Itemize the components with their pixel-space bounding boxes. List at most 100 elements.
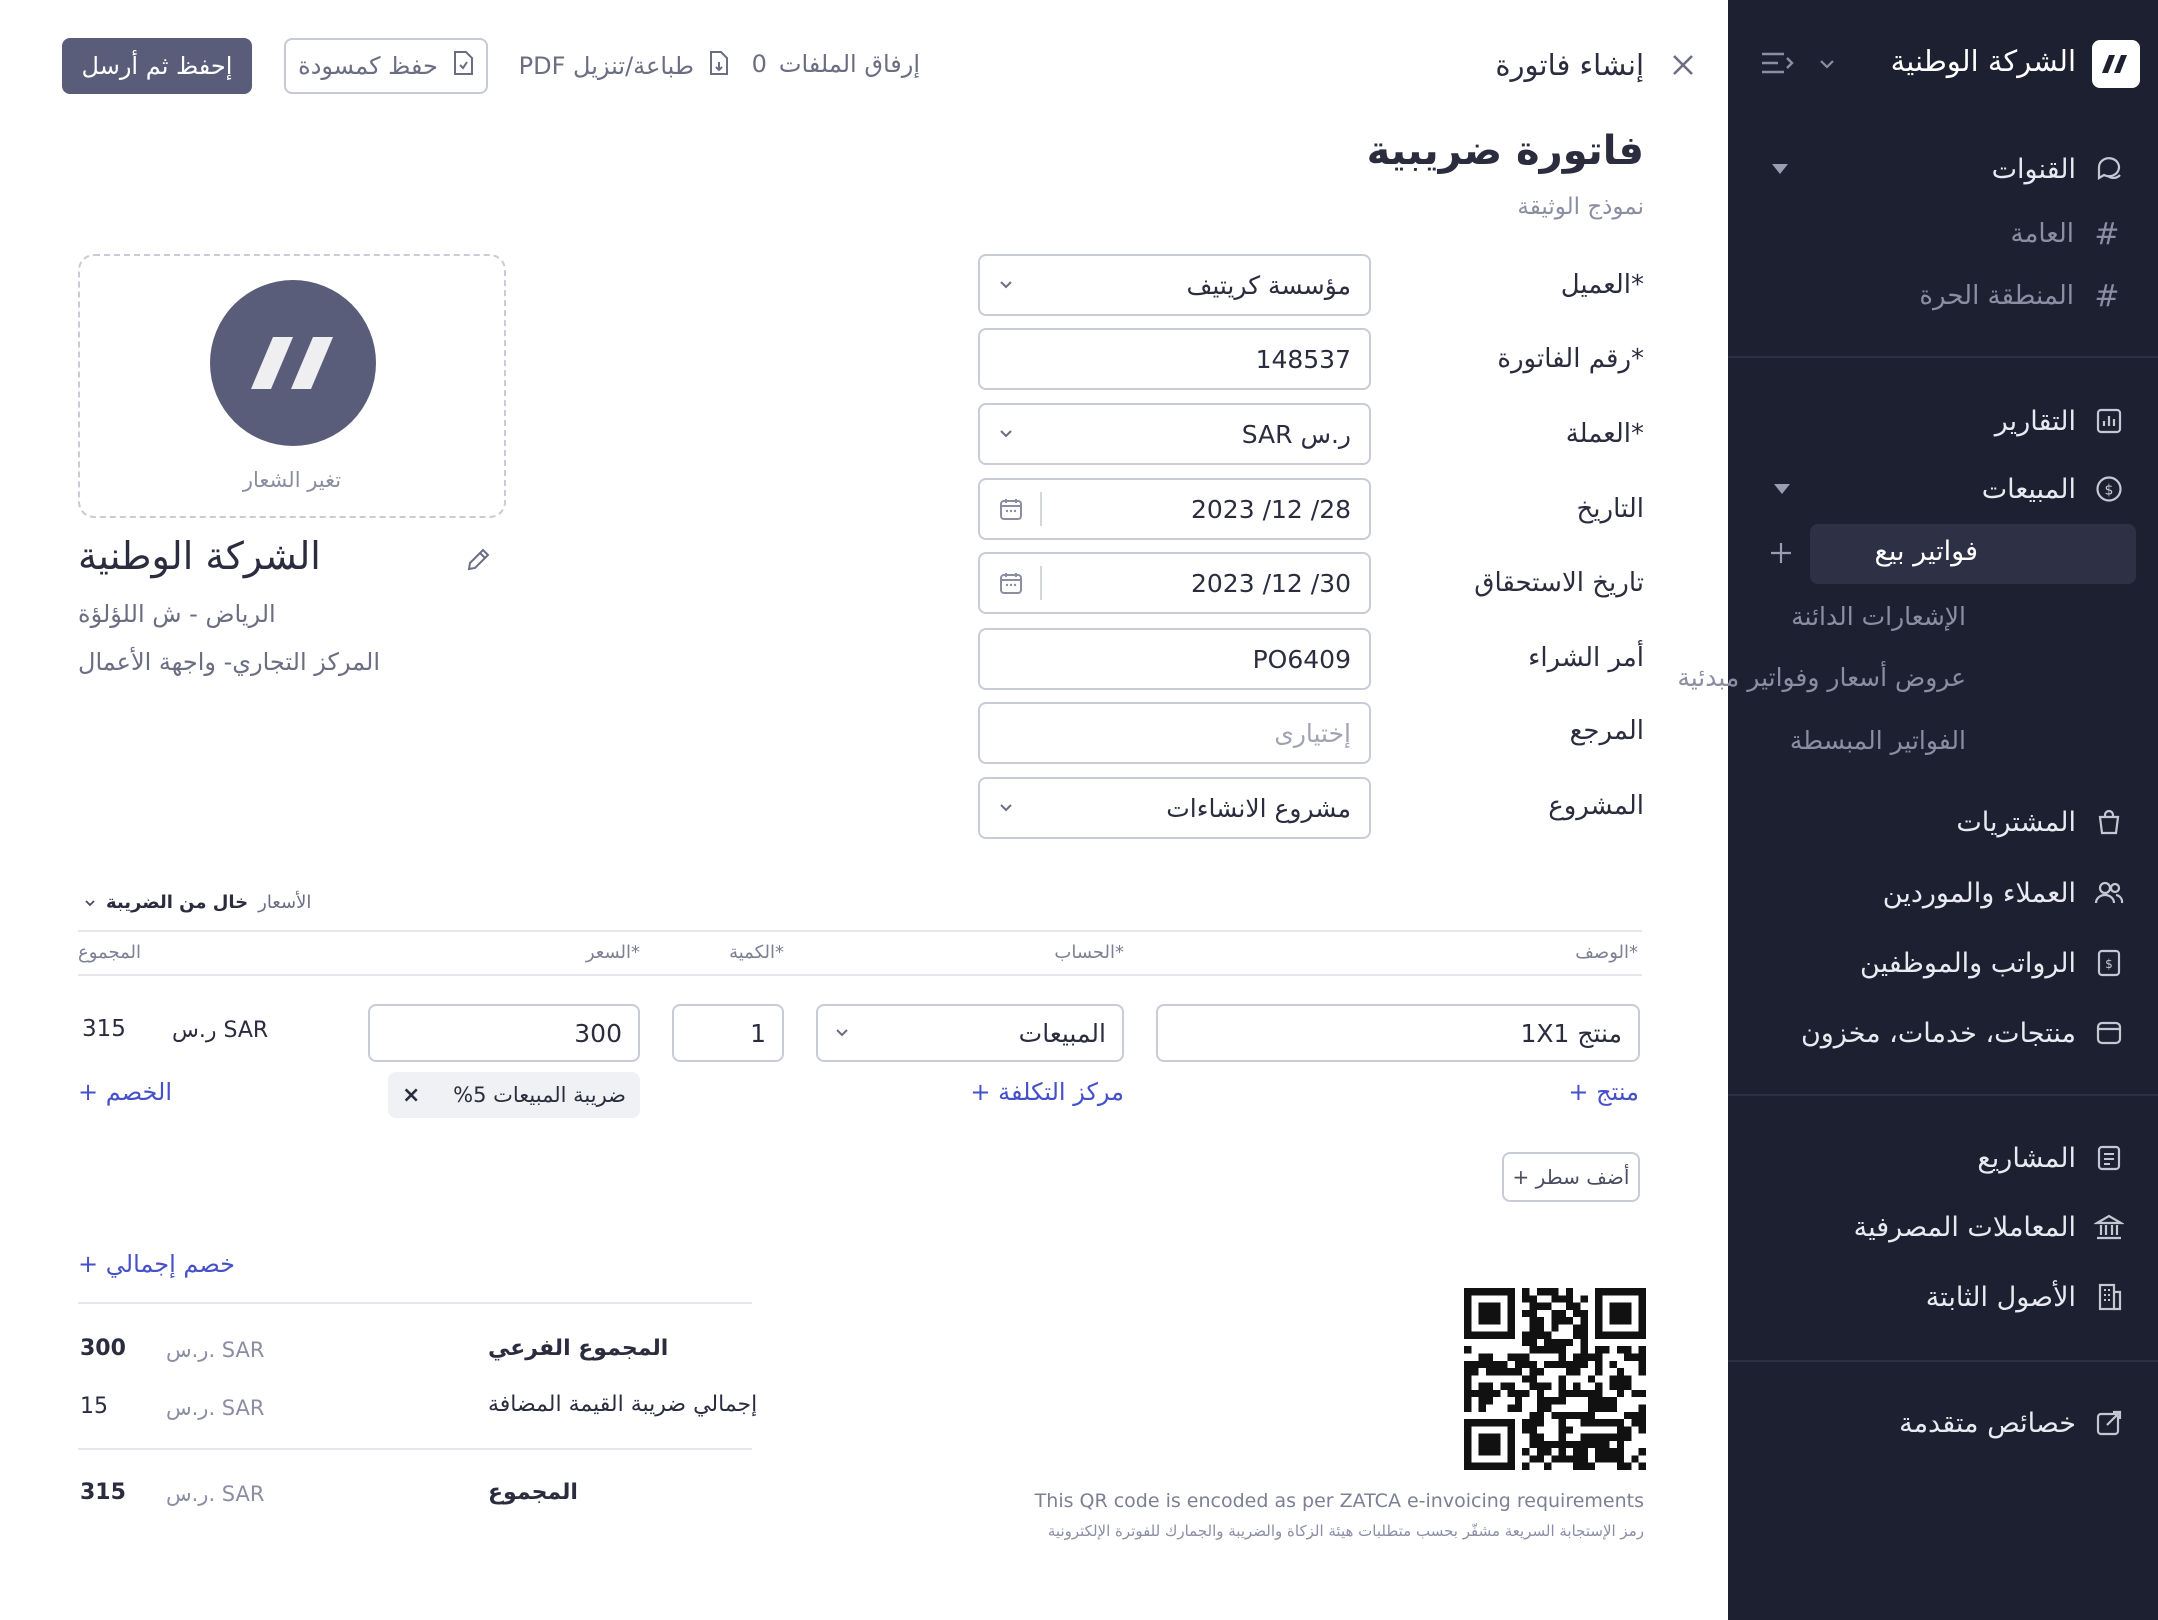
- company-name: الشركة الوطنية: [78, 534, 321, 578]
- table-top-border: [78, 930, 1642, 932]
- save-draft-button[interactable]: حفظ كمسودة: [284, 38, 488, 94]
- company-address-line1: الرياض - ش اللؤلؤة: [78, 600, 276, 628]
- sidebar-label: خصائص متقدمة: [1899, 1407, 2076, 1439]
- date-input[interactable]: 28/ 12/ 2023: [978, 478, 1371, 540]
- sidebar-item-fixed-assets[interactable]: الأصول الثابتة: [1926, 1270, 2124, 1324]
- save-and-send-button[interactable]: إحفظ ثم أرسل: [62, 38, 252, 94]
- svg-text:$: $: [2105, 957, 2113, 971]
- line-description-value: منتج 1X1: [1520, 1018, 1622, 1048]
- client-value: مؤسسة كريتيف: [1186, 270, 1351, 300]
- sidebar-item-purchases[interactable]: المشتريات: [1956, 795, 2124, 849]
- due-date-input[interactable]: 30/ 12/ 2023: [978, 552, 1371, 614]
- chevron-down-icon: [836, 1029, 848, 1037]
- company-logo-avatar: [210, 280, 376, 446]
- project-select[interactable]: مشروع الانشاءات: [978, 777, 1371, 839]
- share-icon: [2094, 1408, 2124, 1438]
- vat-currency: ر.س. SAR: [166, 1396, 265, 1420]
- sidebar-item-quotes[interactable]: عروض أسعار وفواتير مبدئية: [1677, 663, 1966, 692]
- bank-icon: [2094, 1212, 2124, 1242]
- sidebar-item-products[interactable]: منتجات، خدمات، مخزون: [1801, 1006, 2124, 1060]
- add-row-button[interactable]: + أضف سطر: [1502, 1152, 1640, 1202]
- close-icon[interactable]: [1670, 52, 1696, 82]
- tax-chip-label: ضريبة المبيعات 5%: [453, 1083, 626, 1107]
- attach-label: إرفاق الملفات: [778, 50, 920, 78]
- line-description-input[interactable]: منتج 1X1: [1156, 1004, 1640, 1062]
- tax-mode-value: خال من الضريبة: [106, 892, 249, 913]
- sidebar-label: الأصول الثابتة: [1925, 1281, 2076, 1313]
- zatca-qr-code: [1464, 1288, 1646, 1470]
- add-product-link[interactable]: + منتج: [1568, 1078, 1639, 1106]
- qr-note-english: This QR code is encoded as per ZATCA e-i…: [1034, 1490, 1644, 1512]
- add-discount-link[interactable]: + الخصم: [78, 1078, 172, 1106]
- sidebar-item-free-zone[interactable]: # المنطقة الحرة: [1919, 269, 2122, 323]
- change-logo-label[interactable]: تغير الشعار: [80, 468, 504, 492]
- invoice-number-input[interactable]: 148537: [978, 328, 1371, 390]
- tax-mode-prefix: الأسعار: [258, 892, 312, 913]
- sidebar-item-credit-notes[interactable]: الإشعارات الدائنة: [1791, 602, 1966, 631]
- project-value: مشروع الانشاءات: [1166, 793, 1351, 823]
- calendar-icon[interactable]: [998, 570, 1024, 596]
- header-total: المجموع: [78, 942, 141, 963]
- sidebar-item-banking[interactable]: المعاملات المصرفية: [1854, 1200, 2124, 1254]
- company-switch-chevron-icon[interactable]: [1818, 56, 1836, 75]
- sidebar-item-customers-suppliers[interactable]: العملاء والموردين: [1883, 866, 2124, 920]
- tax-mode-dropdown[interactable]: خال من الضريبة الأسعار: [84, 892, 311, 913]
- grand-total-currency: ر.س. SAR: [166, 1482, 265, 1506]
- sidebar-divider: [1728, 356, 2158, 358]
- logo-upload-box[interactable]: تغير الشعار: [78, 254, 506, 518]
- sidebar-item-advanced[interactable]: خصائص متقدمة: [1899, 1396, 2124, 1450]
- line-quantity-input[interactable]: 1: [672, 1004, 784, 1062]
- sidebar-label: القنوات: [1991, 153, 2076, 185]
- sidebar-item-channels[interactable]: القنوات: [1992, 142, 2124, 196]
- sidebar-item-simplified-invoices[interactable]: الفواتير المبسطة: [1790, 726, 1966, 755]
- building-icon: [2094, 1282, 2124, 1312]
- purchase-order-input[interactable]: PO6409: [978, 628, 1371, 690]
- add-cost-center-link[interactable]: + مركز التكلفة: [970, 1078, 1124, 1106]
- line-account-value: المبيعات: [1018, 1018, 1106, 1048]
- sidebar-label: العامة: [2010, 219, 2074, 249]
- svg-text:$: $: [2105, 483, 2114, 499]
- logo-slashes-icon: [2102, 55, 2127, 73]
- draft-file-icon: [452, 50, 474, 82]
- print-download-link[interactable]: طباعة/تنزيل PDF: [519, 50, 730, 82]
- attach-count: 0: [751, 50, 767, 78]
- chevron-down-icon: [1000, 430, 1012, 438]
- line-account-select[interactable]: المبيعات: [816, 1004, 1124, 1062]
- client-select[interactable]: مؤسسة كريتيف: [978, 254, 1371, 316]
- save-draft-label: حفظ كمسودة: [298, 52, 438, 80]
- grand-total-label: المجموع: [488, 1480, 578, 1505]
- sidebar-item-general[interactable]: # العامة: [2011, 207, 2122, 261]
- grand-total-value: 315: [80, 1480, 126, 1505]
- caret-down-icon[interactable]: [1772, 164, 1788, 174]
- tax-chip[interactable]: ضريبة المبيعات 5% ×: [388, 1072, 640, 1118]
- sidebar-label: الرواتب والموظفين: [1860, 947, 2076, 979]
- currency-select[interactable]: ر.س SAR: [978, 403, 1371, 465]
- vat-total-value: 15: [80, 1394, 108, 1419]
- document-list-icon: [2094, 1143, 2124, 1173]
- global-discount-link[interactable]: + خصم إجمالي: [78, 1250, 235, 1278]
- payroll-doc-icon: $: [2094, 948, 2124, 978]
- sidebar-item-sales[interactable]: $ المبيعات: [1982, 462, 2124, 516]
- separator: [1040, 566, 1042, 600]
- page-title: إنشاء فاتورة: [1495, 48, 1644, 82]
- chat-icon: [2094, 154, 2124, 184]
- subtotal-label: المجموع الفرعي: [488, 1336, 669, 1361]
- subtotal-value: 300: [80, 1336, 126, 1361]
- collapse-sidebar-icon[interactable]: [1760, 50, 1794, 80]
- caret-down-icon[interactable]: [1774, 484, 1790, 494]
- sidebar-company-name[interactable]: الشركة الوطنية: [1891, 44, 2076, 78]
- sidebar-item-payroll[interactable]: $ الرواتب والموظفين: [1860, 936, 2124, 990]
- sidebar-item-reports[interactable]: التقارير: [1995, 394, 2124, 448]
- remove-tax-icon[interactable]: ×: [402, 1083, 420, 1108]
- line-price-input[interactable]: 300: [368, 1004, 640, 1062]
- table-header-border: [78, 974, 1642, 976]
- vat-total-label: إجمالي ضريبة القيمة المضافة: [488, 1392, 758, 1417]
- company-logo[interactable]: [2092, 40, 2140, 88]
- add-invoice-plus-icon[interactable]: [1768, 540, 1794, 570]
- purchase-order-value: PO6409: [1252, 644, 1351, 674]
- calendar-icon[interactable]: [998, 496, 1024, 522]
- attach-files-link[interactable]: إرفاق الملفات 0: [752, 50, 920, 78]
- edit-pencil-icon[interactable]: [464, 546, 492, 578]
- sidebar-item-projects[interactable]: المشاريع: [1977, 1131, 2124, 1185]
- reference-input[interactable]: إختيارى: [978, 702, 1371, 764]
